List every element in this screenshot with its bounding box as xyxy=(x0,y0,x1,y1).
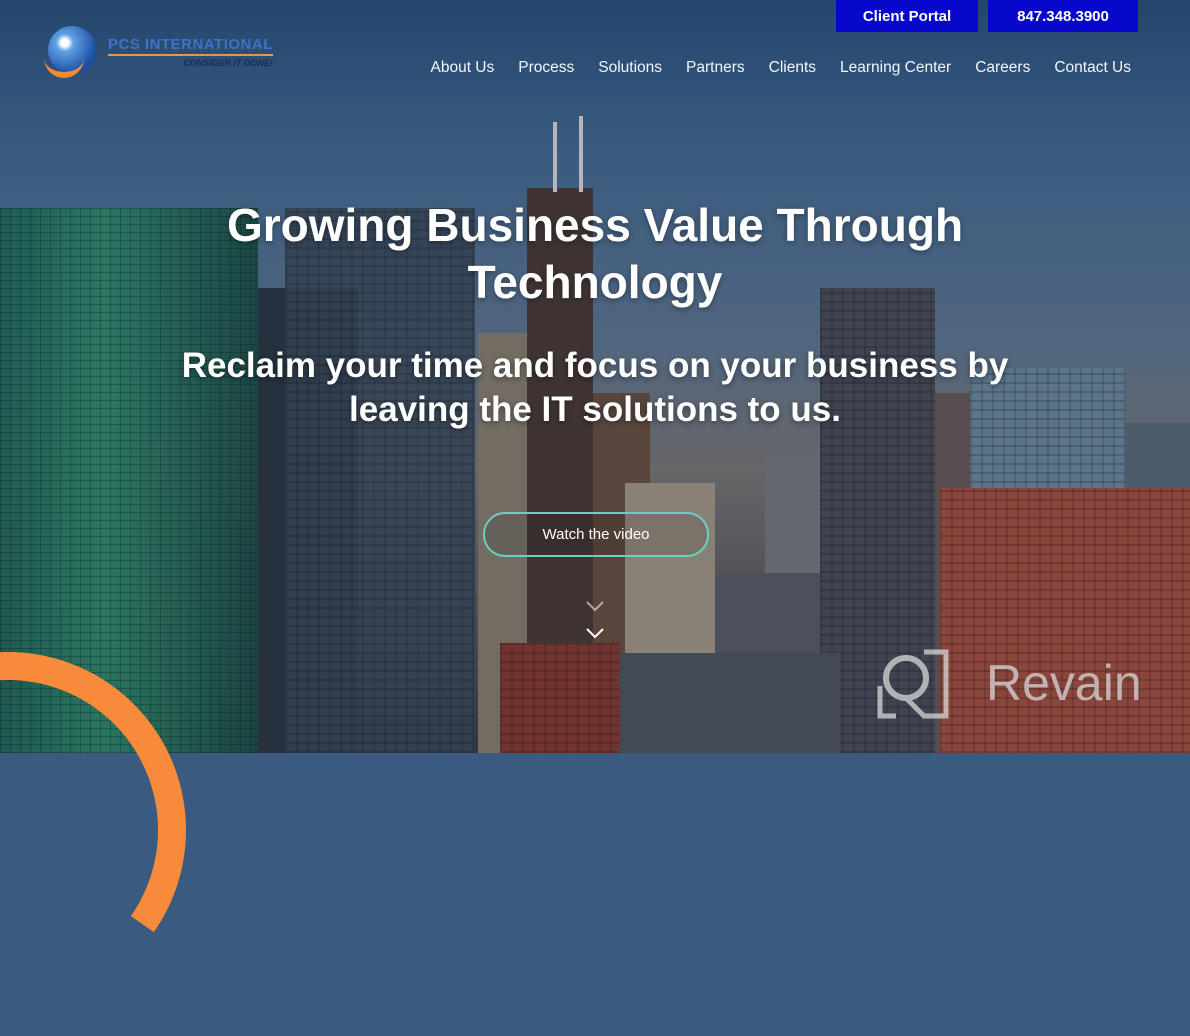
hero-headline: Growing Business Value Through Technolog… xyxy=(0,197,1190,311)
subline-line-2: leaving the IT solutions to us. xyxy=(349,390,841,429)
revain-logo-icon xyxy=(877,649,949,719)
nav-learning-center[interactable]: Learning Center xyxy=(840,59,951,77)
pcs-logo[interactable]: PCS INTERNATIONAL CONSIDER IT DONE! xyxy=(44,26,273,78)
nav-contact-us[interactable]: Contact Us xyxy=(1054,59,1131,77)
nav-solutions[interactable]: Solutions xyxy=(598,59,662,77)
chevron-down-icon[interactable] xyxy=(585,627,605,639)
nav-careers[interactable]: Careers xyxy=(975,59,1030,77)
logo-name: PCS INTERNATIONAL xyxy=(108,36,273,56)
nav-process[interactable]: Process xyxy=(518,59,574,77)
main-nav: About Us Process Solutions Partners Clie… xyxy=(431,59,1132,77)
watermark-text: Revain xyxy=(986,655,1142,711)
nav-about-us[interactable]: About Us xyxy=(431,59,495,77)
client-portal-button[interactable]: Client Portal xyxy=(836,0,978,32)
hero-subheadline: Reclaim your time and focus on your busi… xyxy=(0,344,1190,432)
globe-icon xyxy=(44,26,96,78)
subline-line-1: Reclaim your time and focus on your busi… xyxy=(181,346,1009,385)
headline-line-2: Technology xyxy=(467,256,723,308)
chevron-down-icon[interactable] xyxy=(585,600,605,612)
nav-partners[interactable]: Partners xyxy=(686,59,745,77)
watch-video-button[interactable]: Watch the video xyxy=(483,512,709,557)
revain-watermark: Revain xyxy=(876,646,1142,720)
headline-line-1: Growing Business Value Through xyxy=(226,199,964,251)
logo-tagline: CONSIDER IT DONE! xyxy=(183,58,273,68)
phone-button[interactable]: 847.348.3900 xyxy=(988,0,1138,32)
nav-clients[interactable]: Clients xyxy=(769,59,816,77)
